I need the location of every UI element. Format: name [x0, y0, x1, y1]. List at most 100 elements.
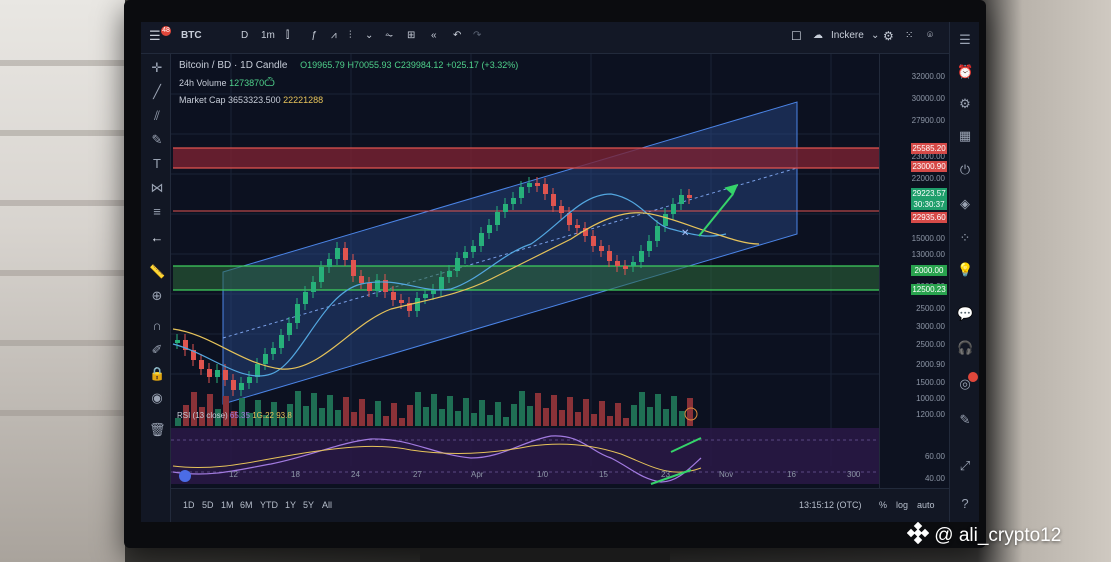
volume-bar	[423, 407, 429, 426]
auto-toggle[interactable]: auto	[917, 500, 935, 510]
volume-bar	[671, 396, 677, 426]
time-axis[interactable]: 12 18 24 27 Apr 1/0 15 23 Nov 16 300	[171, 468, 911, 482]
resistance-zone	[173, 148, 909, 168]
interval-d[interactable]: D	[241, 30, 248, 41]
chat-icon[interactable]: 💬	[957, 306, 973, 322]
text-icon[interactable]: T	[149, 156, 165, 171]
eye-icon[interactable]: ◉	[149, 390, 165, 406]
back-arrow-icon[interactable]: ←	[149, 230, 165, 245]
data-window-icon[interactable]: ⚙	[957, 96, 973, 112]
chevron-down-icon[interactable]: ⌄	[365, 30, 373, 41]
volume-bar	[431, 394, 437, 426]
indicators-icon[interactable]: ⏦	[385, 30, 393, 41]
candle	[311, 282, 316, 292]
candle	[399, 300, 404, 303]
alarm-icon[interactable]: ⏰	[957, 64, 973, 80]
monitor-stand	[420, 548, 670, 562]
fullscreen-icon[interactable]: ☐	[791, 29, 802, 43]
magnet-icon[interactable]: ∩	[149, 318, 165, 333]
candles-icon[interactable]: ⫿	[286, 30, 289, 41]
redo-icon[interactable]: ↷	[473, 30, 481, 41]
brush-icon[interactable]: ✎	[149, 132, 165, 148]
ruler-icon[interactable]: 📏	[149, 264, 165, 280]
range-5y[interactable]: 5Y	[303, 500, 314, 510]
broadcast-icon[interactable]: ◎	[957, 376, 973, 392]
layers-icon[interactable]: ◈	[957, 196, 973, 212]
volume-bar	[399, 418, 405, 426]
pencil-icon[interactable]: ✎	[957, 412, 973, 428]
trendline-icon[interactable]: ╱	[149, 84, 165, 100]
undo-icon[interactable]: ↶	[453, 30, 461, 41]
candle	[303, 292, 308, 304]
fib-icon[interactable]: ≡	[149, 204, 165, 219]
layout-chevron-icon[interactable]: ⌄	[871, 30, 879, 41]
price-tick: 1500.00	[916, 378, 945, 387]
mcap-value-2: 22221288	[283, 95, 324, 105]
fx-icon[interactable]: ƒ	[311, 30, 317, 41]
volume-legend: 24h Volume 1273870Ѽ	[179, 78, 275, 88]
volume-bar	[343, 397, 349, 426]
headset-icon[interactable]: 🎧	[957, 340, 973, 356]
candle	[327, 259, 332, 267]
volume-bar	[295, 391, 301, 426]
range-1y[interactable]: 1Y	[285, 500, 296, 510]
chart-type-icon[interactable]: ⩘	[331, 30, 337, 41]
range-1d[interactable]: 1D	[183, 500, 195, 510]
candle	[215, 370, 220, 377]
chart-pane[interactable]: ✕	[171, 54, 911, 499]
range-6m[interactable]: 6M	[240, 500, 253, 510]
rsi-tick-40: 40.00	[924, 474, 945, 483]
screener-icon[interactable]: ⁘	[957, 230, 973, 246]
range-5d[interactable]: 5D	[202, 500, 214, 510]
pencil-lock-icon[interactable]: ✐	[149, 342, 165, 358]
range-1m[interactable]: 1M	[221, 500, 234, 510]
volume-bar	[551, 395, 557, 426]
mcap-legend: Market Cap 3653323.500 22221288	[179, 95, 323, 105]
settings-icon[interactable]: ⚙	[883, 29, 894, 43]
interval-1m[interactable]: 1m	[261, 30, 275, 41]
clock[interactable]: 13:15:12 (OTC)	[799, 500, 862, 510]
percent-toggle[interactable]: %	[879, 500, 887, 510]
replay-icon[interactable]: «	[431, 30, 437, 41]
lock-icon[interactable]: 🔒	[149, 366, 165, 382]
volume-bar	[191, 392, 197, 426]
range-ytd[interactable]: YTD	[260, 500, 278, 510]
volume-bar	[447, 396, 453, 426]
candle	[551, 194, 556, 206]
ideas-icon[interactable]: 💡	[957, 262, 973, 278]
cloud-icon[interactable]: ☁	[813, 30, 823, 41]
help-icon[interactable]: ?	[957, 496, 973, 511]
candle	[447, 271, 452, 277]
menu-icon[interactable]: ☰	[149, 28, 161, 44]
candle	[231, 380, 236, 390]
grid-icon[interactable]: ⁙	[905, 30, 913, 41]
compare-icon[interactable]: ⊞	[407, 30, 415, 41]
calendar-icon[interactable]: ▦	[957, 128, 973, 144]
rsi-legend: RSI (13 close) 65.35 1G.22 93.8	[177, 411, 292, 420]
top-toolbar: ☰ 48 BTC D 1m ⫿ ƒ ⩘ ⫶ ⌄ ⏦ ⊞ « ↶ ↷ ☐ ☁ In…	[141, 22, 979, 54]
log-toggle[interactable]: log	[896, 500, 908, 510]
volume-bar	[687, 398, 693, 426]
channel-icon[interactable]: ⫽	[149, 108, 165, 124]
crosshair-icon[interactable]: ✛	[149, 60, 165, 76]
price-axis[interactable]: 32000.00 30000.00 27900.00 23000.00 22000.00…	[879, 54, 949, 499]
pattern-icon[interactable]: ⋈	[149, 180, 165, 196]
bar-chart-icon[interactable]: ⫶	[349, 30, 352, 41]
camera-icon[interactable]: ⌾	[927, 30, 933, 41]
layout-name[interactable]: Inckere	[831, 30, 864, 41]
volume-bar	[647, 407, 653, 426]
volume-bar	[527, 406, 533, 426]
candle	[671, 204, 676, 214]
expand-icon[interactable]: ⤢	[957, 458, 973, 474]
symbol-search[interactable]: BTC	[181, 30, 202, 41]
zoom-icon[interactable]: ⊕	[149, 288, 165, 304]
time-tick: 300	[847, 470, 861, 479]
range-all[interactable]: All	[322, 500, 332, 510]
cross-marker: ✕	[681, 228, 689, 239]
watchlist-icon[interactable]: ☰	[957, 32, 973, 48]
power-icon[interactable]: ⏻	[957, 162, 973, 178]
trash-icon[interactable]: 🗑	[149, 422, 166, 438]
price-chart[interactable]: ✕	[171, 54, 911, 499]
time-tick: 23	[661, 470, 670, 479]
time-tick: 24	[351, 470, 360, 479]
